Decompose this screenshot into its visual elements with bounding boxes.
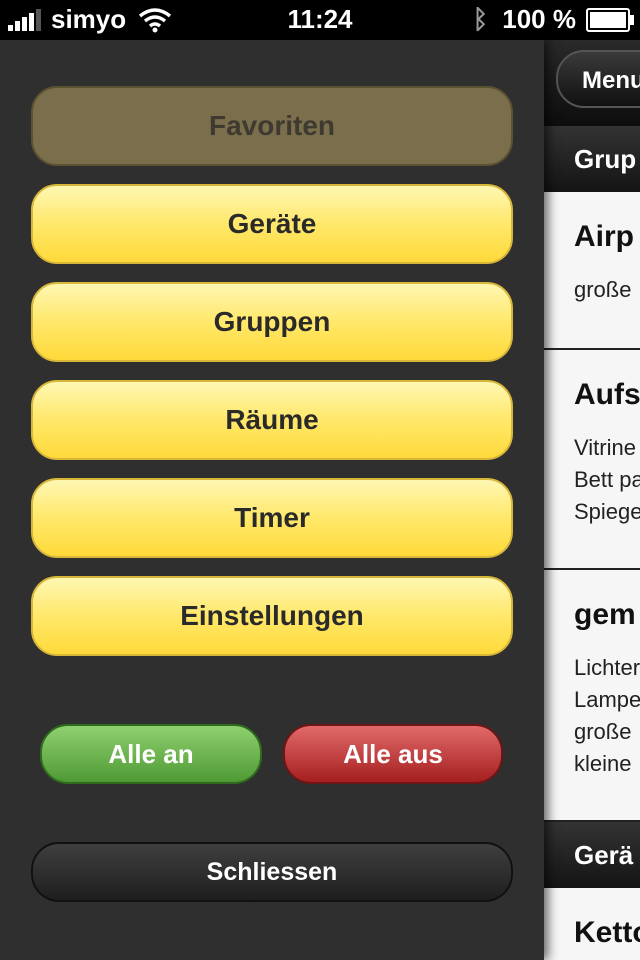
close-button[interactable]: Schliessen — [31, 842, 513, 902]
list-item-line: Lampe — [574, 687, 640, 712]
list-item[interactable]: gem Lichter Lampe große kleine — [544, 570, 640, 822]
list-item-title: Ketto — [574, 916, 640, 949]
rooms-button[interactable]: Räume — [31, 380, 513, 460]
battery-percent: 100 % — [502, 4, 576, 34]
all-off-button[interactable]: Alle aus — [283, 724, 503, 784]
list-item-line: Spiege — [574, 499, 640, 524]
side-menu: Favoriten Geräte Gruppen Räume Timer Ein… — [0, 40, 544, 960]
list-item-line: Lichter — [574, 655, 640, 680]
list-item-line: kleine — [574, 751, 632, 776]
list-item-line: große — [574, 719, 632, 744]
list-item-title: Aufs — [574, 378, 640, 411]
list-item-title: gem — [574, 598, 636, 631]
section-header-groups: Grup — [544, 126, 640, 192]
list-item-line: große — [574, 277, 632, 302]
all-on-button[interactable]: Alle an — [40, 724, 262, 784]
list-item-desc: Vitrine Bett pa Spiege — [574, 432, 640, 528]
devices-button[interactable]: Geräte — [31, 184, 513, 264]
status-bar: simyo 11:24 ᛒ 100 % — [0, 0, 640, 40]
list-item[interactable]: Aufs Vitrine Bett pa Spiege — [544, 350, 640, 570]
groups-button[interactable]: Gruppen — [31, 282, 513, 362]
main-content: Menu Grup Airp große Aufs Vitrine Bett p… — [544, 40, 640, 960]
list-item[interactable]: Ketto — [544, 888, 640, 960]
list-item-line: Bett pa — [574, 467, 640, 492]
timer-button[interactable]: Timer — [31, 478, 513, 558]
status-right: ᛒ 100 % — [472, 4, 634, 35]
battery-icon — [586, 7, 634, 32]
list-item-desc: Lichter Lampe große kleine — [574, 652, 640, 780]
menu-button[interactable]: Menu — [556, 50, 640, 108]
bluetooth-icon: ᛒ — [472, 4, 489, 34]
battery-fill — [590, 11, 626, 28]
list-item-line: Vitrine — [574, 435, 636, 460]
list-item-desc: große — [574, 274, 640, 306]
section-header-devices: Gerä — [544, 822, 640, 888]
nav-bar: Menu — [544, 40, 640, 126]
favorites-button[interactable]: Favoriten — [31, 86, 513, 166]
list-item[interactable]: Airp große — [544, 192, 640, 350]
settings-button[interactable]: Einstellungen — [31, 576, 513, 656]
list-item-title: Airp — [574, 220, 634, 253]
